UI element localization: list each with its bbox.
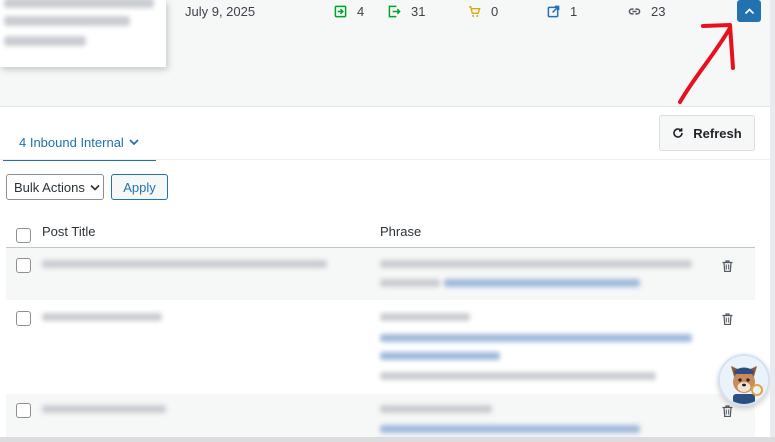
scrollbar-track[interactable] [770, 0, 775, 442]
stat-cart[interactable]: 0 [468, 4, 498, 19]
phrase-blurred [380, 260, 692, 268]
tab-inbound-internal[interactable]: 4 Inbound Internal [3, 124, 156, 161]
stat-cart-value: 0 [491, 4, 499, 19]
refresh-icon [673, 128, 684, 138]
row-checkbox[interactable] [16, 403, 31, 418]
post-summary-row: July 9, 2025 4 31 0 1 23 [0, 0, 775, 106]
table-row [6, 248, 755, 300]
post-title-blurred[interactable] [42, 260, 327, 268]
phrase-blurred [380, 405, 492, 413]
inbound-internal-icon [334, 5, 347, 18]
stat-external[interactable]: 1 [547, 4, 577, 19]
phrase-link-blurred[interactable] [444, 279, 640, 287]
phrase-link-blurred[interactable] [380, 425, 640, 433]
refresh-label: Refresh [693, 125, 742, 141]
cart-icon [468, 6, 481, 17]
apply-button[interactable]: Apply [111, 174, 168, 200]
stat-inbound-internal-value: 4 [357, 4, 365, 19]
bottom-border [0, 437, 775, 442]
stat-outbound-internal-value: 31 [411, 4, 426, 19]
stat-links-value: 23 [651, 4, 666, 19]
table-row [6, 300, 755, 394]
stat-external-value: 1 [570, 4, 578, 19]
trash-icon[interactable] [722, 405, 733, 417]
post-title-card-blurred [0, 0, 166, 67]
tabs-divider [0, 159, 775, 160]
table-header: Post Title Phrase [6, 215, 755, 248]
refresh-button[interactable]: Refresh [659, 115, 755, 151]
tabs-bar: 4 Inbound Internal Refresh [0, 106, 775, 161]
trash-icon[interactable] [722, 313, 733, 325]
tab-label: 4 Inbound Internal [19, 135, 124, 150]
chevron-down-icon [129, 139, 139, 146]
stat-outbound-internal[interactable]: 31 [388, 4, 425, 19]
dog-mascot-icon [720, 356, 768, 404]
select-all-checkbox[interactable] [16, 228, 31, 243]
support-chat-mascot[interactable] [718, 354, 770, 406]
post-title-blurred[interactable] [42, 405, 166, 413]
bulk-actions-label: Bulk Actions [14, 179, 85, 195]
collapse-button[interactable] [737, 0, 761, 22]
column-phrase[interactable]: Phrase [380, 224, 421, 239]
stat-links[interactable]: 23 [628, 4, 665, 19]
stat-inbound-internal[interactable]: 4 [334, 4, 364, 19]
table-row [6, 394, 755, 437]
row-checkbox[interactable] [16, 311, 31, 326]
phrase-link-blurred[interactable] [380, 334, 692, 342]
post-title-blurred[interactable] [42, 313, 162, 321]
row-checkbox[interactable] [16, 258, 31, 273]
chevron-down-icon [90, 184, 100, 191]
chevron-up-icon [744, 8, 754, 15]
post-date: July 9, 2025 [185, 4, 256, 19]
external-link-icon [547, 5, 560, 18]
link-icon [628, 8, 641, 15]
trash-icon[interactable] [722, 260, 733, 272]
phrase-blurred [380, 313, 470, 321]
column-post-title[interactable]: Post Title [42, 224, 95, 239]
outbound-internal-icon [388, 5, 401, 18]
bulk-actions-select[interactable]: Bulk Actions [6, 174, 104, 200]
